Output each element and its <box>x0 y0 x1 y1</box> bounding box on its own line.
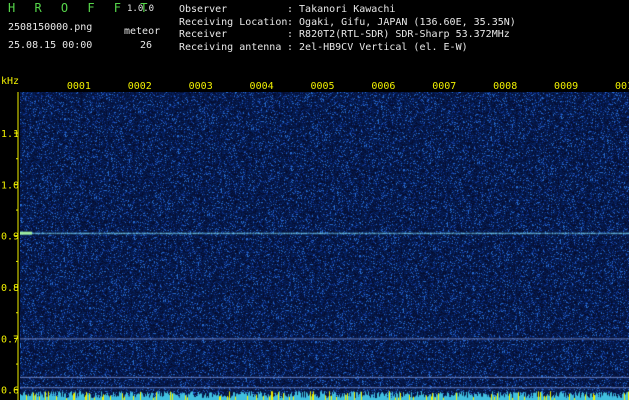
x-tick-label: 0008 <box>493 81 517 92</box>
info-label-antenna: Receiving antenna <box>179 41 282 53</box>
app-version: 1.0.0 <box>127 4 155 14</box>
x-tick-label: 0002 <box>128 81 152 92</box>
meteor-label: meteor <box>124 26 161 37</box>
info-value-receiver: : R820T2(RTL-SDR) SDR-Sharp 53.372MHz <box>287 29 510 40</box>
y-tick-label: 1.1 <box>1 129 19 140</box>
meteor-count: 26 <box>140 40 153 51</box>
y-tick-label: 0.9 <box>1 232 19 243</box>
info-value-observer: : Takanori Kawachi <box>287 4 396 15</box>
info-value-antenna: : 2el-HB9CV Vertical (el. E-W) <box>287 41 468 53</box>
y-tick-label: 0.8 <box>1 283 19 294</box>
x-tick-label: 0006 <box>371 81 395 92</box>
x-tick-label: 0001 <box>67 81 91 92</box>
info-value-location: : Ogaki, Gifu, JAPAN (136.60E, 35.35N) <box>287 16 516 28</box>
info-label-location: Receiving Location <box>179 16 288 28</box>
spectrogram-axes: kHz 1.1 1.0 0.9 0.8 0.7 0.6 0001 0002 0003 0004 000… <box>1 76 629 400</box>
timestamp: 25.08.15 00:00 <box>8 40 93 51</box>
x-tick-label: 0004 <box>250 81 274 92</box>
x-tick-label: 0009 <box>554 81 578 92</box>
info-label-observer: Observer <box>179 4 228 15</box>
x-tick-label: 0003 <box>189 81 213 92</box>
file-name: 2508150000.png <box>8 22 93 33</box>
y-tick-label: 0.7 <box>1 334 19 345</box>
y-tick-label: 1.0 <box>1 180 19 191</box>
x-tick-label: 0005 <box>310 81 334 92</box>
x-tick-label: 0010 <box>615 81 629 92</box>
info-label-receiver: Receiver <box>179 29 228 40</box>
y-unit-label: kHz <box>1 76 19 87</box>
header-panel: H R O F F T 1.0.0 2508150000.png meteor … <box>0 0 629 72</box>
y-tick-label: 0.6 <box>1 386 19 397</box>
x-tick-label: 0007 <box>432 81 456 92</box>
